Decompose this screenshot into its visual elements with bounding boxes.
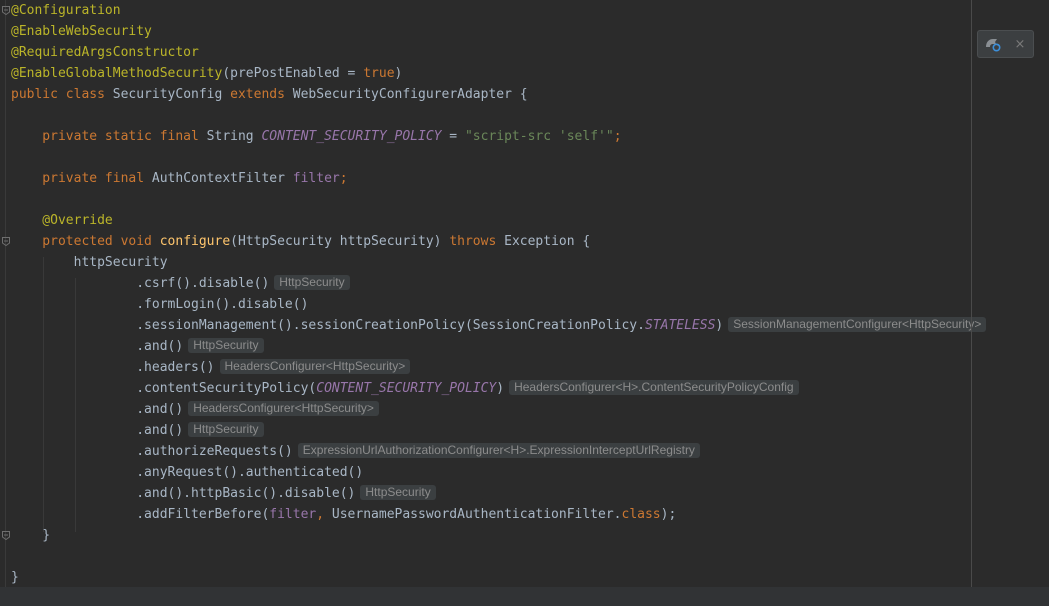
code-token: @Configuration xyxy=(11,3,121,18)
code-token: ); xyxy=(660,507,677,522)
code-line: .authorizeRequests() ExpressionUrlAuthori… xyxy=(11,441,700,462)
code-line: @RequiredArgsConstructor xyxy=(11,42,199,63)
code-line: .sessionManagement().sessionCreationPoli… xyxy=(11,315,987,336)
code-token: throws xyxy=(449,234,505,249)
editor-bottom-band xyxy=(0,587,1049,606)
code-token: filter xyxy=(269,507,317,522)
code-token: ) xyxy=(496,381,505,396)
code-token: .and().httpBasic().disable() xyxy=(11,486,356,501)
code-token: true xyxy=(363,66,395,81)
code-line: .anyRequest().authenticated() xyxy=(11,462,363,483)
fold-marker-icon[interactable] xyxy=(2,531,10,540)
code-token: String xyxy=(206,129,262,144)
inlay-type-hint: HeadersConfigurer<HttpSecurity> xyxy=(219,359,411,374)
code-line: @EnableWebSecurity xyxy=(11,21,152,42)
code-line: @Configuration xyxy=(11,0,121,21)
code-line: .formLogin().disable() xyxy=(11,294,308,315)
code-token: .authorizeRequests() xyxy=(11,444,293,459)
maven-reload-popup: × xyxy=(977,30,1034,58)
code-line: } xyxy=(11,567,19,588)
code-token: .addFilterBefore( xyxy=(11,507,270,522)
code-token: } xyxy=(11,570,19,585)
code-token: "script-src 'self'" xyxy=(464,129,614,144)
code-token: @Override xyxy=(11,213,113,228)
code-token: .anyRequest().authenticated() xyxy=(11,465,364,480)
inlay-type-hint: HeadersConfigurer<HttpSecurity> xyxy=(188,401,379,416)
code-token: ) xyxy=(715,318,724,333)
code-line: public class SecurityConfig extends WebS… xyxy=(11,84,528,105)
inlay-type-hint: HttpSecurity xyxy=(188,422,264,437)
code-line: protected void configure(HttpSecurity ht… xyxy=(11,231,590,252)
code-token: (HttpSecurity httpSecurity) xyxy=(230,234,450,249)
code-token: CONTENT_SECURITY_POLICY xyxy=(261,129,442,144)
code-token: .sessionManagement().sessionCreationPoli… xyxy=(11,318,645,333)
code-token: WebSecurityConfigurerAdapter { xyxy=(292,87,528,102)
code-line: .and().httpBasic().disable() HttpSecurity xyxy=(11,483,436,504)
code-line: .and() HttpSecurity xyxy=(11,420,264,441)
code-token: (prePostEnabled = xyxy=(222,66,364,81)
code-token: STATELESS xyxy=(644,318,716,333)
code-token: .and() xyxy=(11,339,184,354)
code-line: private static final String CONTENT_SECU… xyxy=(11,126,622,147)
code-token: .contentSecurityPolicy( xyxy=(11,381,317,396)
code-token: Exception { xyxy=(504,234,591,249)
code-line: .csrf().disable() HttpSecurity xyxy=(11,273,350,294)
code-token: ) xyxy=(394,66,403,81)
code-token: , xyxy=(316,507,332,522)
code-token: filter xyxy=(292,171,340,186)
inlay-type-hint: HeadersConfigurer<H>.ContentSecurityPoli… xyxy=(509,380,799,395)
code-line: .and() HttpSecurity xyxy=(11,336,264,357)
code-token: CONTENT_SECURITY_POLICY xyxy=(316,381,497,396)
inlay-type-hint: ExpressionUrlAuthorizationConfigurer<H>.… xyxy=(297,443,700,458)
code-token: = xyxy=(441,129,465,144)
code-line: @EnableGlobalMethodSecurity(prePostEnabl… xyxy=(11,63,402,84)
code-token: .headers() xyxy=(11,360,215,375)
code-token: configure xyxy=(159,234,231,249)
code-token: protected void xyxy=(11,234,160,249)
fold-marker-icon[interactable] xyxy=(2,237,10,246)
code-token: } xyxy=(11,528,51,543)
inlay-type-hint: HttpSecurity xyxy=(188,338,264,353)
code-token: ; xyxy=(339,171,348,186)
code-token: UsernamePasswordAuthenticationFilter. xyxy=(331,507,622,522)
code-line: .addFilterBefore(filter, UsernamePasswor… xyxy=(11,504,676,525)
code-token: SecurityConfig xyxy=(112,87,231,102)
code-token: extends xyxy=(230,87,293,102)
inlay-type-hint: SessionManagementConfigurer<HttpSecurity… xyxy=(728,317,987,332)
inlay-type-hint: HttpSecurity xyxy=(274,275,350,290)
code-token: class xyxy=(621,507,661,522)
close-icon[interactable]: × xyxy=(1010,34,1030,54)
code-token: .formLogin().disable() xyxy=(11,297,309,312)
code-line: private final AuthContextFilter filter; xyxy=(11,168,348,189)
fold-marker-icon[interactable] xyxy=(2,6,10,15)
code-line: .and() HeadersConfigurer<HttpSecurity> xyxy=(11,399,379,420)
gutter-divider xyxy=(5,0,6,587)
code-token: AuthContextFilter xyxy=(151,171,293,186)
code-token: @RequiredArgsConstructor xyxy=(11,45,199,60)
code-line: httpSecurity xyxy=(11,252,168,273)
inlay-type-hint: HttpSecurity xyxy=(360,485,436,500)
code-line: .headers() HeadersConfigurer<HttpSecurity… xyxy=(11,357,411,378)
code-token: .csrf().disable() xyxy=(11,276,270,291)
code-token: public class xyxy=(11,87,113,102)
code-token: @EnableWebSecurity xyxy=(11,24,152,39)
code-line: } xyxy=(11,525,50,546)
code-token: .and() xyxy=(11,423,184,438)
code-token: private static final xyxy=(11,129,207,144)
right-margin-guide xyxy=(971,0,972,606)
code-line: .contentSecurityPolicy(CONTENT_SECURITY_… xyxy=(11,378,799,399)
code-line: @Override xyxy=(11,210,113,231)
code-token: httpSecurity xyxy=(11,255,168,270)
code-token: @EnableGlobalMethodSecurity xyxy=(11,66,223,81)
code-token: .and() xyxy=(11,402,184,417)
reload-maven-icon[interactable] xyxy=(983,34,1003,54)
code-token: ; xyxy=(613,129,622,144)
code-editor[interactable]: @Configuration @EnableWebSecurity @Require… xyxy=(0,0,1049,606)
code-token: private final xyxy=(11,171,152,186)
